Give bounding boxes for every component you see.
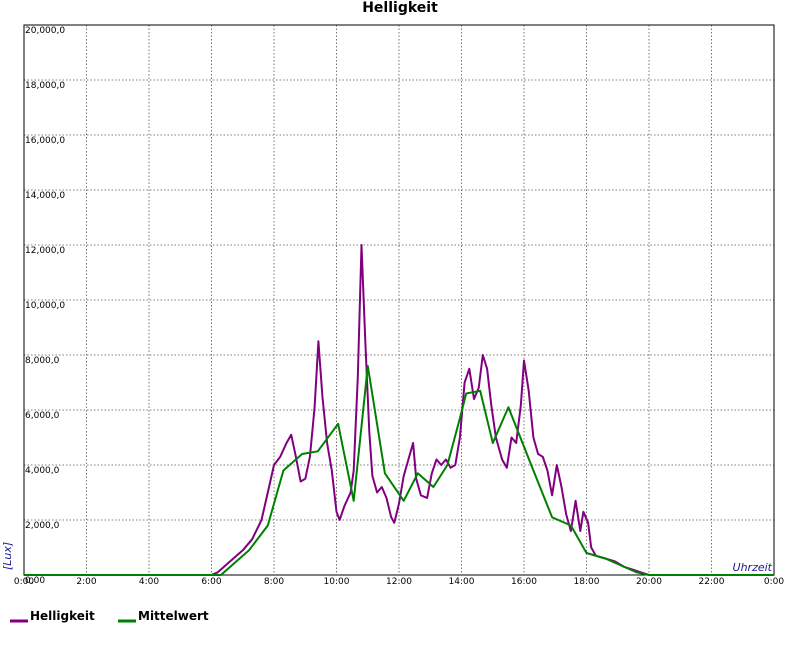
x-tick-label: 4:00 [139, 577, 159, 587]
y-tick-label: 20,000,0 [25, 26, 65, 36]
y-tick-label: 6,000,0 [25, 411, 60, 421]
y-tick-label: 10,000,0 [25, 301, 65, 311]
x-axis-ticks: 0:00 2:00 4:00 6:00 8:00 10:00 12:00 14:00 16:00… [14, 577, 784, 587]
x-tick-label: 8:00 [264, 577, 284, 587]
x-tick-label: 2:00 [76, 577, 96, 587]
y-tick-label: 2,000,0 [25, 521, 60, 531]
legend: Helligkeit Mittelwert [10, 609, 209, 623]
line-chart: 0,002,000,04,000,06,000,08,000,010,000,0… [1, 24, 784, 623]
y-tick-label: 4,000,0 [25, 466, 60, 476]
x-tick-label: 16:00 [511, 577, 537, 587]
x-tick-label: 20:00 [636, 577, 662, 587]
y-tick-label: 8,000,0 [25, 356, 60, 366]
legend-label-helligkeit: Helligkeit [30, 609, 95, 623]
x-tick-label: 18:00 [574, 577, 600, 587]
x-tick-label: 0:00 [14, 577, 34, 587]
x-tick-label: 12:00 [386, 577, 412, 587]
legend-label-mittelwert: Mittelwert [138, 609, 209, 623]
y-tick-label: 18,000,0 [25, 81, 65, 91]
y-axis-unit-label: [Lux] [1, 542, 14, 570]
y-axis-ticks: 0,002,000,04,000,06,000,08,000,010,000,0… [25, 26, 65, 586]
x-tick-label: 22:00 [699, 577, 725, 587]
x-axis-unit-label: Uhrzeit [733, 561, 773, 574]
y-tick-label: 12,000,0 [25, 246, 65, 256]
y-tick-label: 16,000,0 [25, 136, 65, 146]
x-tick-label: 10:00 [324, 577, 350, 587]
y-tick-label: 14,000,0 [25, 191, 65, 201]
x-tick-label: 6:00 [201, 577, 221, 587]
x-tick-label: 0:00 [764, 577, 784, 587]
x-tick-label: 14:00 [449, 577, 475, 587]
